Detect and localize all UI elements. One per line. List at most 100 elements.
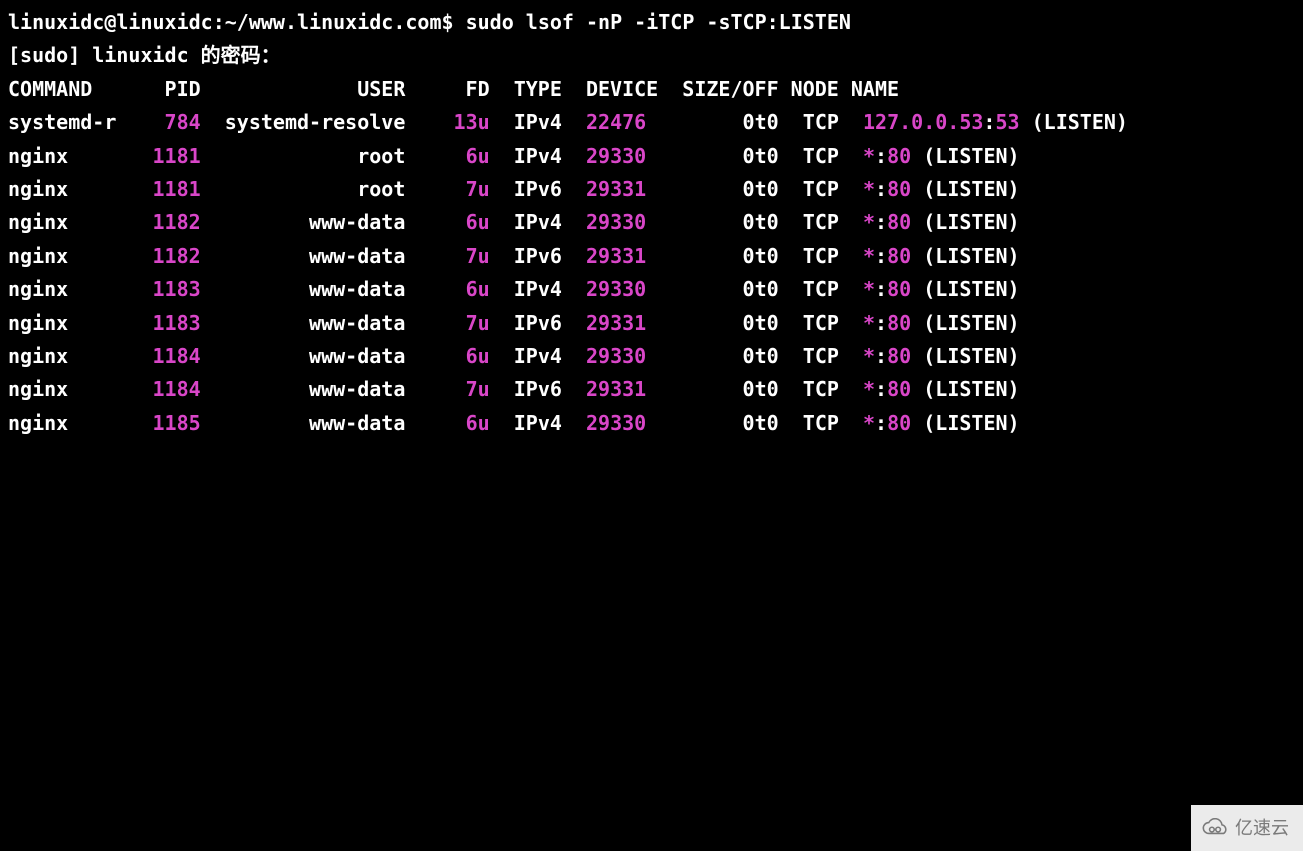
cell-user: www-data xyxy=(213,311,406,335)
table-header: COMMAND PID USER FD TYPE DEVICE SIZE/OFF… xyxy=(8,73,1295,106)
cell-sizeoff: 0t0 xyxy=(670,110,778,134)
cell-node: TCP xyxy=(803,377,863,401)
cell-user: www-data xyxy=(213,344,406,368)
cell-sizeoff: 0t0 xyxy=(670,344,778,368)
cell-listen: (LISTEN) xyxy=(923,311,1019,335)
cell-fd: 6u xyxy=(417,144,489,168)
cell-pid: 1183 xyxy=(116,311,200,335)
cell-command: systemd-r xyxy=(8,110,116,134)
cell-fd: 6u xyxy=(417,210,489,234)
cell-user: www-data xyxy=(213,210,406,234)
prompt-path: ~/www.linuxidc.com xyxy=(225,10,442,34)
cell-type: IPv4 xyxy=(514,344,586,368)
cell-pid: 1181 xyxy=(116,177,200,201)
cell-type: IPv4 xyxy=(514,411,586,435)
cell-command: nginx xyxy=(8,144,116,168)
cell-fd: 7u xyxy=(417,311,489,335)
cell-colon: : xyxy=(983,110,995,134)
table-row: nginx 1181 root 6u IPv4 29330 0t0 TCP *:… xyxy=(8,140,1295,173)
sudo-prompt: [sudo] linuxidc 的密码： xyxy=(8,39,1295,72)
table-row: nginx 1182 www-data 7u IPv6 29331 0t0 TC… xyxy=(8,240,1295,273)
prompt-symbol: $ xyxy=(442,10,454,34)
cell-node: TCP xyxy=(803,210,863,234)
cell-type: IPv4 xyxy=(514,110,586,134)
prompt-line: linuxidc@linuxidc:~/www.linuxidc.com$ su… xyxy=(8,6,1295,39)
cell-pid: 1184 xyxy=(116,344,200,368)
cell-listen: (LISTEN) xyxy=(923,377,1019,401)
cell-colon: : xyxy=(875,377,887,401)
table-row: nginx 1185 www-data 6u IPv4 29330 0t0 TC… xyxy=(8,407,1295,440)
cell-port: 80 xyxy=(887,144,911,168)
watermark-badge: 亿速云 xyxy=(1191,805,1303,851)
cell-sizeoff: 0t0 xyxy=(670,144,778,168)
cell-device: 29331 xyxy=(586,377,670,401)
cell-device: 29330 xyxy=(586,277,670,301)
cell-listen: (LISTEN) xyxy=(923,411,1019,435)
terminal-output[interactable]: linuxidc@linuxidc:~/www.linuxidc.com$ su… xyxy=(8,6,1295,440)
cell-host: * xyxy=(863,411,875,435)
cell-fd: 7u xyxy=(417,377,489,401)
cell-type: IPv6 xyxy=(514,177,586,201)
cell-device: 22476 xyxy=(586,110,670,134)
cell-colon: : xyxy=(875,244,887,268)
cell-command: nginx xyxy=(8,344,116,368)
cell-port: 80 xyxy=(887,277,911,301)
cell-user: root xyxy=(213,144,406,168)
cell-pid: 1183 xyxy=(116,277,200,301)
cell-device: 29330 xyxy=(586,411,670,435)
cell-fd: 7u xyxy=(417,177,489,201)
cell-type: IPv6 xyxy=(514,244,586,268)
cell-user: systemd-resolve xyxy=(213,110,406,134)
cell-command: nginx xyxy=(8,244,116,268)
cell-port: 80 xyxy=(887,377,911,401)
cell-device: 29330 xyxy=(586,210,670,234)
cell-port: 80 xyxy=(887,177,911,201)
cell-sizeoff: 0t0 xyxy=(670,277,778,301)
cell-sizeoff: 0t0 xyxy=(670,311,778,335)
cell-command: nginx xyxy=(8,311,116,335)
cell-host: * xyxy=(863,210,875,234)
cell-command: nginx xyxy=(8,411,116,435)
cell-fd: 6u xyxy=(417,344,489,368)
cell-colon: : xyxy=(875,210,887,234)
cell-sizeoff: 0t0 xyxy=(670,411,778,435)
cell-port: 53 xyxy=(995,110,1019,134)
cell-device: 29330 xyxy=(586,144,670,168)
table-row: systemd-r 784 systemd-resolve 13u IPv4 2… xyxy=(8,106,1295,139)
cell-listen: (LISTEN) xyxy=(923,277,1019,301)
cell-sizeoff: 0t0 xyxy=(670,177,778,201)
cell-node: TCP xyxy=(803,177,863,201)
cell-fd: 13u xyxy=(417,110,489,134)
cell-sizeoff: 0t0 xyxy=(670,244,778,268)
cell-port: 80 xyxy=(887,244,911,268)
cloud-icon xyxy=(1201,818,1229,838)
cell-pid: 1181 xyxy=(116,144,200,168)
cell-colon: : xyxy=(875,144,887,168)
table-row: nginx 1183 www-data 6u IPv4 29330 0t0 TC… xyxy=(8,273,1295,306)
cell-host: * xyxy=(863,277,875,301)
cell-host: * xyxy=(863,311,875,335)
cell-sizeoff: 0t0 xyxy=(670,377,778,401)
cell-pid: 1182 xyxy=(116,244,200,268)
cell-type: IPv6 xyxy=(514,311,586,335)
cell-type: IPv4 xyxy=(514,277,586,301)
cell-host: * xyxy=(863,144,875,168)
cell-pid: 1182 xyxy=(116,210,200,234)
cell-listen: (LISTEN) xyxy=(1032,110,1128,134)
watermark-text: 亿速云 xyxy=(1235,813,1289,843)
cell-pid: 1185 xyxy=(116,411,200,435)
cell-sizeoff: 0t0 xyxy=(670,210,778,234)
cell-node: TCP xyxy=(803,244,863,268)
cell-fd: 7u xyxy=(417,244,489,268)
cell-listen: (LISTEN) xyxy=(923,210,1019,234)
cell-user: www-data xyxy=(213,277,406,301)
cell-listen: (LISTEN) xyxy=(923,144,1019,168)
cell-colon: : xyxy=(875,411,887,435)
cell-node: TCP xyxy=(803,344,863,368)
prompt-colon: : xyxy=(213,10,225,34)
cell-port: 80 xyxy=(887,411,911,435)
table-row: nginx 1183 www-data 7u IPv6 29331 0t0 TC… xyxy=(8,307,1295,340)
cell-node: TCP xyxy=(803,311,863,335)
cell-command: nginx xyxy=(8,377,116,401)
cell-listen: (LISTEN) xyxy=(923,344,1019,368)
